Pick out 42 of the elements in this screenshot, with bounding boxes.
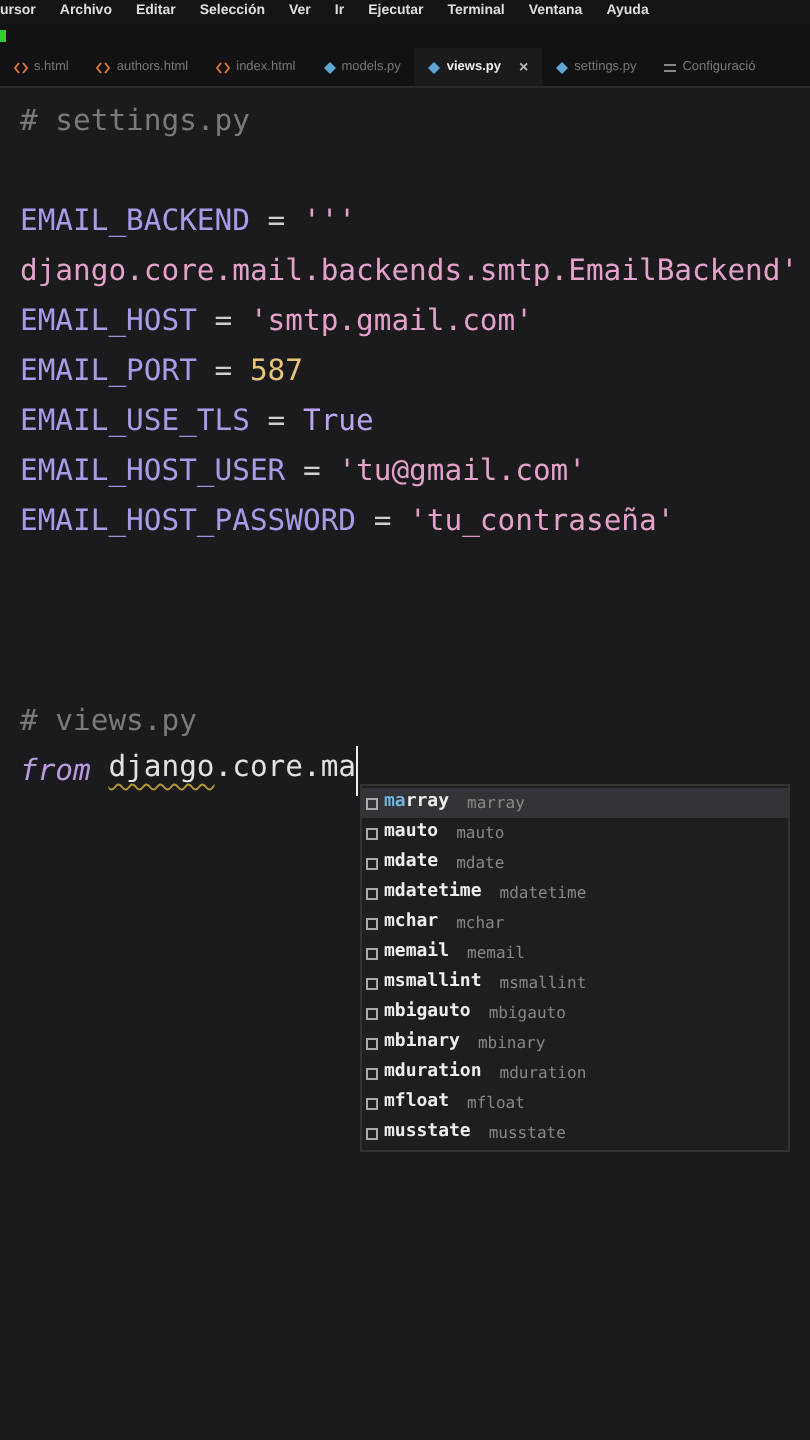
suggestion-item[interactable]: mduration mduration xyxy=(362,1058,788,1088)
code-line: EMAIL_BACKEND = ''' xyxy=(20,202,359,242)
code-line: EMAIL_USE_TLS = True xyxy=(20,402,376,442)
snippet-icon xyxy=(366,1097,378,1109)
snippet-icon xyxy=(366,977,378,989)
python-file-icon xyxy=(323,61,336,73)
snippet-icon xyxy=(366,887,378,899)
snippet-icon xyxy=(366,857,378,869)
suggestion-item[interactable]: mfloat mfloat xyxy=(362,1088,788,1118)
code-line: EMAIL_PORT = 587 xyxy=(20,352,305,392)
snippet-icon xyxy=(366,1037,378,1049)
code-comment: # views.py xyxy=(20,702,199,742)
snippet-icon xyxy=(366,797,378,809)
code-brackets-icon xyxy=(96,61,111,73)
suggestion-item[interactable]: msmallint msmallint xyxy=(362,968,788,998)
code-line: EMAIL_HOST = 'smtp.gmail.com' xyxy=(20,302,535,342)
python-file-icon xyxy=(556,61,569,73)
snippet-icon xyxy=(366,947,378,959)
suggestion-item[interactable]: memail memail xyxy=(362,938,788,968)
snippet-icon xyxy=(366,1127,378,1139)
python-file-icon xyxy=(428,61,441,73)
status-indicator-icon xyxy=(0,30,6,42)
snippet-icon xyxy=(366,917,378,929)
suggestion-item[interactable]: mdatetime mdatetime xyxy=(362,878,788,908)
snippet-icon xyxy=(366,1067,378,1079)
code-brackets-icon xyxy=(216,61,231,73)
code-comment: # settings.py xyxy=(20,102,252,142)
code-line: EMAIL_HOST_PASSWORD = 'tu_contraseña' xyxy=(20,502,677,542)
suggestion-item[interactable]: mauto mauto xyxy=(362,818,788,848)
suggestion-item[interactable]: marray marray xyxy=(362,788,788,818)
suggestion-item[interactable]: mchar mchar xyxy=(362,908,788,938)
sliders-icon xyxy=(664,61,677,73)
snippet-icon xyxy=(366,1007,378,1019)
close-button[interactable]: × xyxy=(518,55,529,79)
code-line: django.core.mail.backends.smtp.EmailBackend' xyxy=(20,252,801,292)
code-brackets-icon xyxy=(14,61,28,73)
suggestion-item[interactable]: mbinary mbinary xyxy=(362,1028,788,1058)
suggestion-item[interactable]: musstate musstate xyxy=(362,1118,788,1148)
code-line: EMAIL_HOST_USER = 'tu@gmail.com' xyxy=(20,452,588,492)
snippet-icon xyxy=(366,827,378,839)
suggestion-item[interactable]: mdate mdate xyxy=(362,848,788,878)
suggestion-item[interactable]: mbigauto mbigauto xyxy=(362,998,788,1028)
